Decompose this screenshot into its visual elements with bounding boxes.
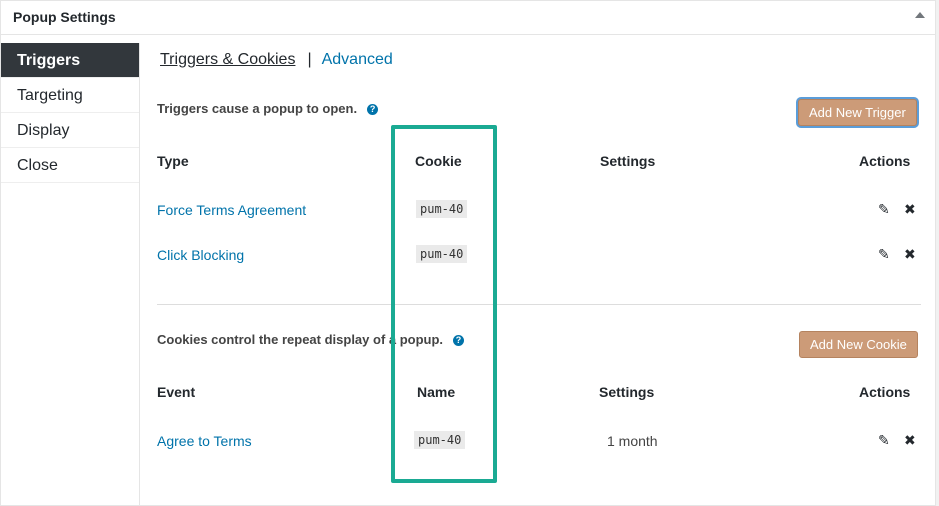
col-header-settings: Settings	[599, 384, 655, 400]
edit-pencil-icon[interactable]: ✎	[878, 246, 890, 263]
triggers-description: Triggers cause a popup to open.?	[157, 101, 379, 116]
sidebar-item-triggers[interactable]: Triggers	[1, 43, 139, 78]
highlight-box	[391, 125, 497, 483]
panel-header: Popup Settings	[1, 1, 935, 35]
panel-title: Popup Settings	[13, 9, 116, 25]
trigger-type-link[interactable]: Force Terms Agreement	[157, 202, 306, 218]
delete-x-icon[interactable]: ✖	[904, 246, 916, 263]
add-new-cookie-button[interactable]: Add New Cookie	[799, 331, 918, 358]
collapse-triangle-icon[interactable]	[915, 12, 925, 18]
delete-x-icon[interactable]: ✖	[904, 432, 916, 449]
add-new-trigger-button[interactable]: Add New Trigger	[798, 99, 917, 126]
help-icon[interactable]: ?	[367, 104, 379, 115]
section-divider	[157, 304, 921, 305]
tab-advanced[interactable]: Advanced	[322, 51, 393, 68]
cookie-event-link[interactable]: Agree to Terms	[157, 433, 252, 449]
popup-settings-panel: Popup Settings Triggers Targeting Displa…	[0, 0, 936, 506]
col-header-actions: Actions	[859, 153, 911, 169]
col-header-settings: Settings	[600, 153, 656, 169]
edit-pencil-icon[interactable]: ✎	[878, 432, 890, 449]
settings-sidebar: Triggers Targeting Display Close	[1, 43, 140, 506]
subtabs: Triggers & Cookies | Advanced	[160, 51, 393, 69]
col-header-actions: Actions	[859, 384, 911, 400]
trigger-type-link[interactable]: Click Blocking	[157, 247, 244, 263]
triggers-description-text: Triggers cause a popup to open.	[157, 101, 358, 116]
tab-triggers-cookies[interactable]: Triggers & Cookies	[160, 51, 295, 68]
edit-pencil-icon[interactable]: ✎	[878, 201, 890, 218]
col-header-event: Event	[157, 384, 196, 400]
sidebar-item-targeting[interactable]: Targeting	[1, 78, 139, 113]
cookie-settings-value: 1 month	[607, 433, 658, 449]
tab-separator: |	[307, 51, 312, 68]
sidebar-item-close[interactable]: Close	[1, 148, 139, 183]
sidebar-item-display[interactable]: Display	[1, 113, 139, 148]
delete-x-icon[interactable]: ✖	[904, 201, 916, 218]
col-header-type: Type	[157, 153, 189, 169]
